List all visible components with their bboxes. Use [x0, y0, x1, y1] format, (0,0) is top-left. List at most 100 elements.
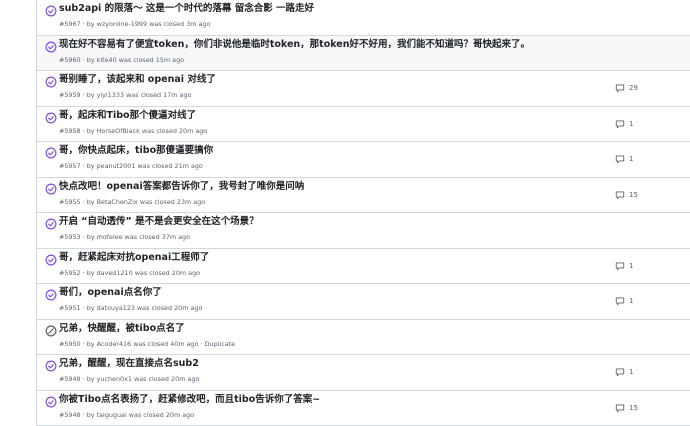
meta-by: by	[86, 126, 95, 135]
comment-count: 1	[629, 368, 634, 376]
issue-row[interactable]: 现在好不容易有了便宜token，你们非说他是临时token，那token好不好用…	[37, 35, 690, 71]
closed-time: 20m ago	[165, 410, 195, 419]
comment-icon	[615, 155, 625, 164]
issue-author-link[interactable]: mofelee	[97, 233, 123, 241]
comment-count-link[interactable]: 1	[615, 367, 633, 377]
issue-row[interactable]: sub2api 的限落～ 这是一个时代的落幕 留念合影 一路走好 #5967 · …	[37, 0, 690, 36]
meta-by: by	[86, 304, 95, 312]
comment-count: 1	[629, 297, 634, 305]
issue-meta: #5950 · by Acoder416 was closed 40m ago …	[59, 340, 235, 349]
issue-number: #5952	[59, 268, 81, 277]
issue-meta: #5959 · by yiyi1333 was closed 17m ago	[59, 91, 191, 100]
closed-time: 23m ago	[176, 197, 206, 206]
issue-row[interactable]: 哥，起床和Tibo那个傻逼对线了 #5958 · by HorseOfBlack …	[37, 107, 690, 142]
meta-closed-text: was closed	[126, 91, 162, 99]
comment-count-link[interactable]: 1	[615, 296, 633, 306]
issue-closed-icon	[45, 396, 57, 407]
issue-number: #5948	[59, 410, 81, 419]
issue-author-link[interactable]: wzyonline-1999	[97, 20, 147, 28]
meta-by: by	[86, 268, 95, 277]
meta-closed-text: was closed	[133, 339, 169, 348]
issue-closed-icon	[45, 254, 57, 265]
closed-time: 21m ago	[174, 162, 203, 170]
issue-author-link[interactable]: Acoder416	[97, 340, 132, 348]
issue-title-link[interactable]: 兄弟，快醒醒，被tibo点名了	[59, 322, 185, 335]
meta-closed-text: was closed	[141, 126, 177, 135]
issue-title-link[interactable]: sub2api 的限落～ 这是一个时代的落幕 留念合影 一路走好	[59, 2, 314, 15]
comment-count-link[interactable]: 1	[615, 261, 633, 271]
issue-row[interactable]: 开启 “自动透传” 是不是会更安全在这个场景？ #5953 · by mofele…	[37, 213, 690, 249]
issue-title-link[interactable]: 哥别睡了，该起来和 openai 对线了	[59, 73, 216, 86]
comment-count-link[interactable]: 1	[615, 154, 633, 164]
issue-row[interactable]: 你被Tibo点名表扬了，赶紧修改吧，而且tibo告诉你了答案~ #5948 · b…	[37, 391, 690, 426]
meta-closed-text: was closed	[124, 233, 160, 241]
issue-number: #5951	[59, 304, 81, 312]
meta-closed-text: was closed	[139, 197, 175, 206]
issue-number: #5950	[59, 339, 81, 348]
issue-meta: #5957 · by peanut2001 was closed 21m ago	[59, 162, 203, 171]
issue-title-link[interactable]: 哥，你快点起床，tibo那傻逼要搞你	[59, 144, 213, 157]
comment-count-link[interactable]: 29	[615, 83, 638, 93]
issue-row[interactable]: 兄弟，快醒醒，被tibo点名了 #5950 · by Acoder416 was …	[37, 320, 690, 355]
issue-title-link[interactable]: 兄弟，醒醒，现在直接点名sub2	[59, 357, 199, 370]
issue-title-link[interactable]: 开启 “自动透传” 是不是会更安全在这个场景？	[59, 215, 259, 228]
issue-author-link[interactable]: daved1210	[97, 269, 133, 277]
closed-time: 20m ago	[178, 126, 208, 135]
meta-by: by	[86, 20, 95, 28]
meta-by: by	[86, 233, 95, 241]
issue-meta: #5960 · by kite40 was closed 15m ago	[59, 56, 184, 65]
issue-author-link[interactable]: datouya123	[97, 304, 135, 312]
issue-closed-icon	[45, 183, 57, 194]
issue-title-link[interactable]: 快点改吧！openai答案都告诉你了，我号封了唯你是问呐	[59, 180, 304, 193]
comment-icon	[615, 297, 625, 306]
issue-number: #5960	[59, 55, 81, 64]
issue-meta: #5967 · by wzyonline-1999 was closed 3m …	[59, 20, 210, 29]
issue-number: #5967	[59, 20, 81, 28]
closed-time: 20m ago	[171, 268, 201, 277]
issue-title-link[interactable]: 现在好不容易有了便宜token，你们非说他是临时token，那token好不好用…	[59, 38, 530, 51]
comment-count: 1	[629, 155, 634, 163]
comment-count-link[interactable]: 1	[615, 119, 633, 129]
issue-author-link[interactable]: kite40	[97, 56, 117, 64]
issue-author-link[interactable]: taiguguai	[97, 411, 127, 419]
closed-time: 20m ago	[174, 304, 203, 312]
issue-row[interactable]: 哥，你快点起床，tibo那傻逼要搞你 #5957 · by peanut2001 …	[37, 142, 690, 178]
meta-closed-text: was closed	[137, 304, 173, 312]
issue-row[interactable]: 哥，赶紧起床对抗openai工程师了 #5952 · by daved1210 w…	[37, 249, 690, 284]
issue-meta: #5951 · by datouya123 was closed 20m ago	[59, 304, 202, 313]
issue-closed-icon	[45, 112, 57, 123]
closed-time: 17m ago	[163, 91, 192, 99]
issue-title-link[interactable]: 哥们，openai点名你了	[59, 286, 162, 299]
issue-row[interactable]: 哥们，openai点名你了 #5951 · by datouya123 was c…	[37, 284, 690, 320]
meta-by: by	[86, 162, 95, 170]
comment-count: 15	[629, 403, 638, 412]
issue-title-link[interactable]: 哥，起床和Tibo那个傻逼对线了	[59, 109, 196, 122]
issue-closed-icon	[45, 289, 57, 301]
issue-author-link[interactable]: HorseOfBlack	[97, 127, 140, 135]
issue-author-link[interactable]: peanut2001	[97, 162, 136, 170]
comment-icon	[615, 403, 625, 412]
issue-author-link[interactable]: yiyi1333	[97, 91, 124, 99]
closed-time: 3m ago	[186, 20, 211, 28]
comment-count-link[interactable]: 15	[615, 403, 638, 413]
closed-time: 15m ago	[155, 55, 185, 64]
issue-meta: #5948 · by taiguguai was closed 20m ago	[59, 411, 194, 420]
issue-number: #5957	[59, 162, 81, 170]
issue-closed-icon	[45, 218, 57, 230]
comment-count-link[interactable]: 15	[615, 190, 638, 200]
close-reason: · Duplicate	[198, 339, 236, 348]
issue-closed-icon	[45, 360, 57, 372]
issue-meta: #5952 · by daved1210 was closed 20m ago	[59, 269, 200, 278]
issue-title-link[interactable]: 哥，赶紧起床对抗openai工程师了	[59, 251, 209, 264]
issue-title-link[interactable]: 你被Tibo点名表扬了，赶紧修改吧，而且tibo告诉你了答案~	[59, 393, 320, 406]
comment-count: 29	[629, 84, 638, 92]
issue-row[interactable]: 兄弟，醒醒，现在直接点名sub2 #5949 · by yuchen0x1 was…	[37, 355, 690, 391]
issue-author-link[interactable]: yuchen0x1	[97, 375, 132, 383]
comment-count: 1	[629, 119, 634, 128]
comment-icon	[615, 261, 625, 270]
comment-count: 15	[629, 190, 638, 199]
issue-row[interactable]: 快点改吧！openai答案都告诉你了，我号封了唯你是问呐 #5955 · by B…	[37, 178, 690, 213]
issue-author-link[interactable]: BetaChenZix	[97, 198, 138, 206]
issue-row[interactable]: 哥别睡了，该起来和 openai 对线了 #5959 · by yiyi1333 …	[37, 71, 690, 107]
issue-closed-icon	[45, 76, 57, 88]
